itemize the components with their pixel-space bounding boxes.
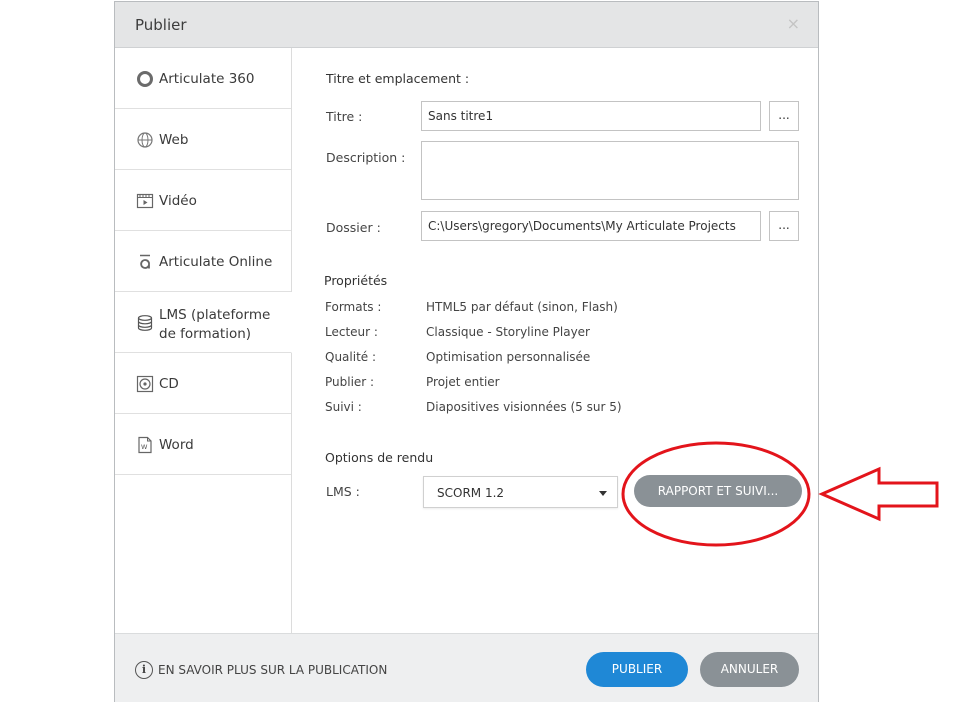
description-label: Description :: [326, 150, 406, 165]
folder-browse-button[interactable]: ...: [769, 211, 799, 241]
sidebar-item-label: Vidéo: [159, 193, 197, 209]
video-icon: [136, 192, 154, 210]
dialog-title: Publier: [135, 16, 187, 34]
svg-text:W: W: [141, 443, 148, 451]
sidebar-item-label: Word: [159, 437, 194, 453]
sidebar-item-articulate-online[interactable]: Articulate Online: [115, 231, 291, 292]
dialog-titlebar: Publier ×: [115, 2, 818, 48]
property-value-player[interactable]: Classique - Storyline Player: [426, 325, 590, 339]
property-key-publish: Publier :: [325, 375, 375, 389]
lms-selected-value: SCORM 1.2: [437, 486, 505, 500]
chevron-down-icon: [599, 491, 607, 496]
sidebar-item-articulate-360[interactable]: Articulate 360: [115, 48, 291, 109]
folder-label: Dossier :: [326, 220, 381, 235]
sidebar-item-cd[interactable]: CD: [115, 353, 291, 414]
property-value-quality[interactable]: Optimisation personnalisée: [426, 350, 590, 364]
property-value-tracking[interactable]: Diapositives visionnées (5 sur 5): [426, 400, 622, 414]
output-section-title: Options de rendu: [325, 450, 434, 465]
learn-more-link[interactable]: EN SAVOIR PLUS SUR LA PUBLICATION: [158, 663, 387, 677]
publish-button[interactable]: PUBLIER: [586, 652, 688, 687]
folder-input[interactable]: C:\Users\gregory\Documents\My Articulate…: [421, 211, 761, 241]
word-document-icon: W: [136, 436, 154, 454]
description-textarea[interactable]: [421, 141, 799, 200]
publish-settings-panel: Titre et emplacement : Titre : Sans titr…: [293, 48, 818, 633]
database-icon: [136, 314, 154, 332]
title-label: Titre :: [326, 109, 363, 124]
property-value-formats[interactable]: HTML5 par défaut (sinon, Flash): [426, 300, 618, 314]
location-section-title: Titre et emplacement :: [326, 71, 470, 86]
properties-section-title: Propriétés: [324, 273, 388, 288]
sidebar-item-web[interactable]: Web: [115, 109, 291, 170]
globe-icon: [136, 131, 154, 149]
title-browse-button[interactable]: ...: [769, 101, 799, 131]
highlight-arrow: [818, 466, 939, 522]
lms-label: LMS :: [326, 484, 360, 499]
property-value-publish[interactable]: Projet entier: [426, 375, 500, 389]
sidebar-item-word[interactable]: W Word: [115, 414, 291, 475]
screenshot-stage: Publier × Articulate 360 Web Vidéo Artic…: [0, 0, 960, 702]
cancel-button[interactable]: ANNULER: [700, 652, 799, 687]
dialog-footer: i EN SAVOIR PLUS SUR LA PUBLICATION PUBL…: [115, 633, 818, 702]
title-input[interactable]: Sans titre1: [421, 101, 761, 131]
sidebar-item-label: CD: [159, 376, 179, 392]
sidebar-item-lms[interactable]: LMS (plateforme de formation): [115, 292, 292, 353]
sidebar-item-label: LMS (plateforme de formation): [159, 307, 271, 342]
sidebar-item-video[interactable]: Vidéo: [115, 170, 291, 231]
publish-dialog: Publier × Articulate 360 Web Vidéo Artic…: [114, 1, 819, 702]
close-icon[interactable]: ×: [787, 14, 800, 33]
sidebar-item-label: Articulate 360: [159, 71, 255, 87]
articulate-online-icon: [136, 253, 154, 271]
report-and-tracking-button[interactable]: RAPPORT ET SUIVI...: [634, 475, 802, 507]
property-key-formats: Formats :: [325, 300, 382, 314]
publish-target-sidebar: Articulate 360 Web Vidéo Articulate Onli…: [115, 48, 292, 633]
info-icon: i: [135, 661, 153, 679]
property-key-tracking: Suivi :: [325, 400, 362, 414]
property-key-player: Lecteur :: [325, 325, 378, 339]
sidebar-item-label: Articulate Online: [159, 254, 273, 270]
cd-icon: [136, 375, 154, 393]
articulate-360-icon: [136, 70, 154, 88]
lms-select[interactable]: SCORM 1.2: [423, 476, 618, 508]
sidebar-item-label: Web: [159, 132, 189, 148]
property-key-quality: Qualité :: [325, 350, 377, 364]
